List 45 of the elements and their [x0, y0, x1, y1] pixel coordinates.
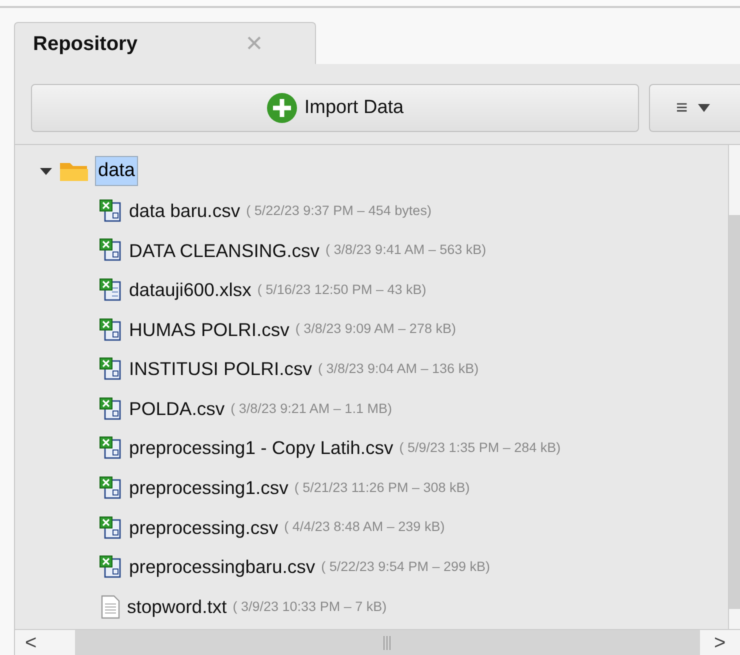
scroll-left-button[interactable]: <: [15, 628, 75, 655]
spreadsheet-file-icon: [99, 318, 123, 342]
spreadsheet-file-icon: [99, 278, 123, 302]
file-details: ( 5/9/23 1:35 PM – 284 kB): [399, 439, 561, 458]
tree-item[interactable]: INSTITUSI POLRI.csv: [129, 355, 312, 384]
tree-item[interactable]: preprocessing.csv: [129, 514, 278, 542]
vertical-scrollbar[interactable]: [728, 145, 740, 629]
caret-icon[interactable]: [39, 166, 53, 176]
spreadsheet-file-icon: [99, 476, 123, 500]
spreadsheet-file-icon: [99, 238, 123, 262]
import-data-button[interactable]: Import Data: [31, 84, 639, 132]
add-icon: [266, 92, 298, 124]
tree-item[interactable]: POLDA.csv: [129, 394, 225, 423]
file-details: ( 3/8/23 9:04 AM – 136 kB): [318, 360, 479, 378]
file-details: ( 5/21/23 11:26 PM – 308 kB): [294, 478, 470, 497]
tree-item[interactable]: preprocessing1 - Copy Latih.csv: [129, 434, 394, 462]
file-details: ( 5/22/23 9:37 PM – 454 bytes): [246, 202, 432, 220]
spreadsheet-file-icon: [99, 198, 123, 223]
spreadsheet-file-icon: [99, 516, 123, 540]
tree-item[interactable]: stopword.txt: [127, 592, 227, 621]
repository-tab[interactable]: Repository ✕: [14, 22, 316, 64]
tree-item[interactable]: preprocessingbaru.csv: [129, 553, 316, 582]
text-file-icon: [99, 594, 121, 619]
file-details: ( 3/8/23 9:21 AM – 1.1 MB): [230, 400, 392, 418]
file-details: ( 5/16/23 12:50 PM – 43 kB): [257, 280, 426, 299]
tree-item[interactable]: data baru.csv: [129, 196, 240, 225]
file-details: ( 3/8/23 9:41 AM – 563 kB): [326, 241, 486, 260]
grip-icon: [382, 636, 392, 650]
spreadsheet-file-icon: [99, 436, 123, 460]
horizontal-scrollbar[interactable]: < >: [15, 629, 740, 655]
tree-item[interactable]: datauji600.xlsx: [129, 276, 252, 304]
tree-item[interactable]: preprocessing1.csv: [129, 474, 288, 502]
file-details: ( 3/8/23 9:09 AM – 278 kB): [295, 320, 456, 338]
scroll-right-button[interactable]: >: [700, 628, 740, 655]
spreadsheet-file-icon: [99, 396, 123, 421]
file-details: ( 5/22/23 9:54 PM – 299 kB): [321, 558, 490, 576]
file-details: ( 3/9/23 10:33 PM – 7 kB): [232, 598, 387, 616]
file-details: ( 4/4/23 8:48 AM – 239 kB): [284, 518, 445, 536]
tree-item[interactable]: DATA CLEANSING.csv: [129, 236, 320, 264]
tree-item[interactable]: data: [95, 156, 138, 186]
tree-item[interactable]: HUMAS POLRI.csv: [129, 316, 290, 344]
spreadsheet-file-icon: [99, 357, 123, 382]
spreadsheet-file-icon: [99, 555, 123, 580]
caret-icon: [698, 104, 710, 112]
menu-button[interactable]: ≡: [649, 84, 740, 132]
